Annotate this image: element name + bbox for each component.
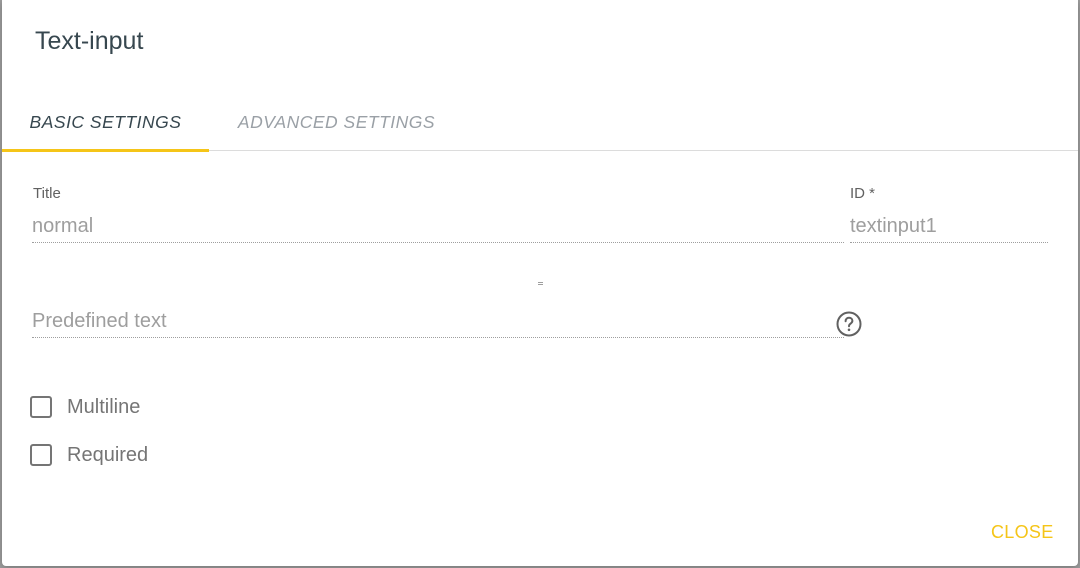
id-field[interactable] [850, 211, 1048, 243]
required-checkbox-row[interactable]: Required [30, 441, 148, 469]
close-button[interactable]: CLOSE [987, 519, 1058, 545]
required-checkbox[interactable] [30, 444, 52, 466]
title-field[interactable] [32, 211, 844, 243]
title-field-label: Title [33, 185, 61, 202]
multiline-label: Multiline [67, 395, 141, 418]
required-label: Required [67, 443, 149, 466]
active-tab-indicator [2, 149, 209, 152]
text-input-dialog: Text-input BASIC SETTINGS ADVANCED SETTI… [2, 0, 1078, 566]
help-circle-icon[interactable] [836, 311, 862, 337]
multiline-checkbox-row[interactable]: Multiline [30, 393, 140, 421]
multiline-checkbox[interactable] [30, 396, 52, 418]
tab-advanced-settings[interactable]: ADVANCED SETTINGS [209, 96, 464, 149]
settings-tabs: BASIC SETTINGS ADVANCED SETTINGS [2, 96, 1078, 152]
dialog-title: Text-input [35, 27, 144, 55]
resize-handle[interactable] [538, 282, 543, 285]
tab-basic-settings[interactable]: BASIC SETTINGS [2, 96, 209, 149]
id-field-label: ID * [850, 185, 876, 202]
predefined-text-field[interactable] [32, 306, 844, 338]
